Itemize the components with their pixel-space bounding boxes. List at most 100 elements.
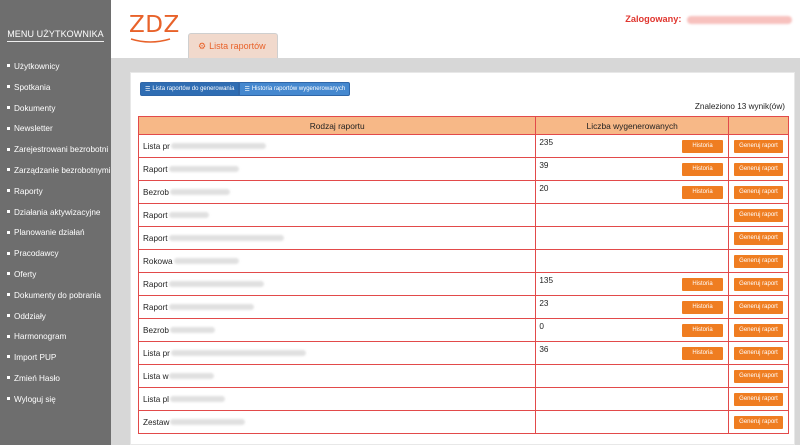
sidebar-item[interactable]: Zmień Hasło [0,369,111,390]
table-row: Zestaw Generuj raport [137,410,789,434]
generate-report-button[interactable]: Generuj raport [734,415,783,429]
sidebar-item[interactable]: Działania aktywizacyjne [0,203,111,224]
generated-count-cell [535,387,730,411]
history-button[interactable]: Historia [682,278,724,291]
generate-report-button[interactable]: Generuj raport [734,392,783,406]
report-name-cell: Lista pr [137,134,537,158]
generated-count: 0 [539,322,544,331]
sidebar-item-label: Newsletter [14,124,53,134]
sidebar-item-label: Wyloguj się [14,394,56,404]
table-row: Raport 39 Historia Generuj raport [137,157,789,181]
redacted-text [168,212,209,219]
bullet-icon [7,293,10,297]
sidebar-item-label: Planowanie działań [14,228,85,238]
sidebar-title-text: MENU UŻYTKOWNIKA [7,29,104,42]
bullet-icon [7,355,10,359]
sidebar-item-label: Zarejestrowani bezrobotni [14,145,109,155]
redacted-text [168,281,264,288]
generated-count-cell: 36 Historia [535,341,730,365]
actions-cell: Generuj raport [728,364,789,388]
generated-count-cell [535,410,730,434]
list-icon: ☰ [244,86,250,93]
table-row: Lista pr 36 Historia Generuj raport [137,341,789,365]
history-button[interactable]: Historia [682,140,724,153]
report-name-cell: Raport [137,157,537,181]
actions-cell: Generuj raport [728,134,789,158]
sidebar-item[interactable]: Spotkania [0,78,111,99]
bullet-icon [7,272,10,276]
generated-count: 135 [539,276,554,285]
generated-count-cell: 23 Historia [535,295,730,319]
generate-report-button[interactable]: Generuj raport [734,231,783,245]
reports-to-generate-button[interactable]: ☰ Lista raportów do generowania [140,82,240,96]
sidebar-item[interactable]: Użytkownicy [0,57,111,78]
sidebar-item[interactable]: Dokumenty do pobrania [0,286,111,307]
report-name: Rokowa [143,256,173,266]
redacted-text [170,419,246,426]
actions-cell: Generuj raport [728,226,789,250]
sidebar-item-label: Oferty [14,269,37,279]
sidebar-item[interactable]: Wyloguj się [0,390,111,411]
sidebar-item[interactable]: Pracodawcy [0,244,111,265]
sidebar-item-label: Dokumenty do pobrania [14,290,101,300]
report-name-cell: Lista w [137,364,537,388]
table-row: Rokowa Generuj raport [137,249,789,273]
history-button[interactable]: Historia [682,347,724,360]
history-button[interactable]: Historia [682,163,724,176]
actions-cell: Generuj raport [728,180,789,204]
logo-text: ZDZ [129,12,180,38]
tab-report-list[interactable]: ⚙ Lista raportów [188,33,278,58]
sidebar-item[interactable]: Zarejestrowani bezrobotni [0,140,111,161]
sidebar-item[interactable]: Planowanie działań [0,223,111,244]
generate-report-button[interactable]: Generuj raport [734,185,783,199]
generated-count-cell: 235 Historia [535,134,730,158]
bullet-icon [7,168,10,172]
actions-cell: Generuj raport [728,410,789,434]
sidebar: MENU UŻYTKOWNIKA Użytkownicy Spotkania Dok… [0,0,111,445]
sidebar-item-label: Dokumenty [14,103,56,113]
sidebar-item[interactable]: Newsletter [0,119,111,140]
sidebar-title: MENU UŻYTKOWNIKA [0,29,111,42]
sidebar-item[interactable]: Import PUP [0,348,111,369]
generate-report-button[interactable]: Generuj raport [734,208,783,222]
generated-count-cell [535,249,730,273]
report-history-button[interactable]: ☰ Historia raportów wygenerowanych [239,82,351,96]
sidebar-item-label: Zarządzanie bezrobotnymi [14,165,111,175]
column-header-generated-count: Liczba wygenerowanych [535,116,730,135]
sidebar-item[interactable]: Oddziały [0,307,111,328]
report-name-cell: Lista pr [137,341,537,365]
actions-cell: Generuj raport [728,318,789,342]
sidebar-item[interactable]: Harmonogram [0,327,111,348]
generate-report-button[interactable]: Generuj raport [734,277,783,291]
main-panel: ☰ Lista raportów do generowania ☰ Histor… [130,72,795,445]
redacted-text [168,166,239,173]
sidebar-item[interactable]: Zarządzanie bezrobotnymi [0,161,111,182]
actions-cell: Generuj raport [728,295,789,319]
history-button[interactable]: Historia [682,324,724,337]
redacted-username [687,15,792,24]
generated-count-cell [535,226,730,250]
redacted-text [170,350,306,357]
generate-report-button[interactable]: Generuj raport [734,162,783,176]
report-name: Raport [143,279,168,289]
history-button[interactable]: Historia [682,186,724,199]
generate-report-button[interactable]: Generuj raport [734,300,783,314]
sidebar-item[interactable]: Raporty [0,182,111,203]
history-button[interactable]: Historia [682,301,724,314]
generate-report-button[interactable]: Generuj raport [734,369,783,383]
generate-report-button[interactable]: Generuj raport [734,346,783,360]
reports-to-generate-label: Lista raportów do generowania [152,86,235,92]
table-row: Raport 23 Historia Generuj raport [137,295,789,319]
report-name: Raport [143,164,168,174]
redacted-text [169,189,230,196]
generate-report-button[interactable]: Generuj raport [734,254,783,268]
table-row: Bezrob 20 Historia Generuj raport [137,180,789,204]
table-row: Lista pr 235 Historia Generuj raport [137,134,789,158]
sidebar-item[interactable]: Oferty [0,265,111,286]
generate-report-button[interactable]: Generuj raport [734,323,783,337]
generate-report-button[interactable]: Generuj raport [734,139,783,153]
logo-swoosh-icon [130,38,171,43]
report-name-cell: Zestaw [137,410,537,434]
report-name: Raport [143,302,168,312]
sidebar-item[interactable]: Dokumenty [0,99,111,120]
